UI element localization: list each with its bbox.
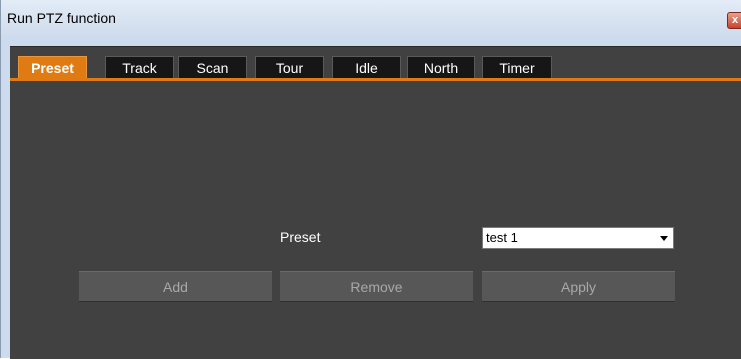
tab-idle[interactable]: Idle (332, 56, 401, 78)
close-button[interactable]: x (727, 12, 741, 29)
title-bar[interactable]: Run PTZ function x (1, 0, 741, 36)
remove-button[interactable]: Remove (280, 271, 473, 302)
tab-timer[interactable]: Timer (482, 56, 552, 78)
window-title: Run PTZ function (7, 10, 116, 26)
ptz-panel: Preset Track Scan Tour Idle North Timer … (10, 46, 741, 359)
tab-preset[interactable]: Preset (18, 56, 87, 78)
close-icon: x (732, 14, 739, 26)
add-button[interactable]: Add (79, 271, 272, 302)
tab-scan[interactable]: Scan (178, 56, 247, 78)
chevron-down-icon (660, 236, 668, 241)
tab-strip: Preset Track Scan Tour Idle North Timer (10, 47, 741, 81)
tab-track[interactable]: Track (105, 56, 174, 78)
preset-label: Preset (280, 229, 321, 245)
tab-tour[interactable]: Tour (255, 56, 324, 78)
apply-button[interactable]: Apply (482, 271, 675, 302)
dialog-window: Run PTZ function x Preset Track Scan Tou… (0, 0, 741, 359)
preset-select[interactable]: test 1 (482, 227, 674, 249)
tab-north[interactable]: North (407, 56, 475, 78)
preset-select-value: test 1 (486, 230, 518, 245)
